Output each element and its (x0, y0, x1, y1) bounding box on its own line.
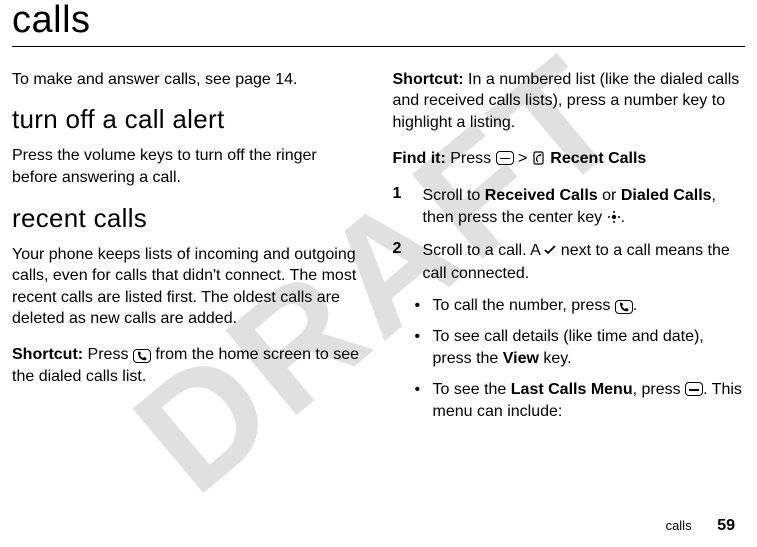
call-key-icon-2 (615, 300, 633, 314)
left-column: To make and answer calls, see page 14. t… (12, 69, 365, 433)
shortcut-numbered: Shortcut: In a numbered list (like the d… (393, 69, 746, 134)
bullet3-a: To see the (433, 381, 511, 398)
columns: To make and answer calls, see page 14. t… (12, 69, 745, 433)
footer-section: calls (666, 518, 692, 533)
bullet3-b: , press (633, 381, 685, 398)
bullet-list: To call the number, press . To see call … (415, 295, 746, 423)
find-it-label: Find it: (393, 150, 446, 167)
find-it-gt: > (514, 150, 532, 167)
check-icon (544, 241, 556, 263)
find-it-recent: Recent Calls (546, 150, 646, 167)
bullet2-b: key. (539, 350, 572, 367)
bullet-call-number: To call the number, press . (415, 295, 746, 317)
step-2-number: 2 (393, 240, 411, 284)
step1-a: Scroll to (423, 187, 485, 204)
menu-key-icon (496, 151, 514, 165)
view-key-label: View (503, 350, 539, 367)
turn-off-alert-body: Press the volume keys to turn off the ri… (12, 145, 365, 188)
dialed-calls-label: Dialed Calls (621, 187, 712, 204)
step1-or: or (598, 187, 621, 204)
menu-key-icon-2 (685, 382, 703, 396)
turn-off-alert-heading: turn off a call alert (12, 104, 365, 135)
intro-text: To make and answer calls, see page 14. (12, 69, 365, 91)
step2-a: Scroll to a call. A (423, 242, 545, 259)
page-title: calls (12, 0, 745, 42)
page-footer: calls 59 (666, 517, 735, 535)
shortcut-label-2: Shortcut: (393, 71, 464, 88)
call-key-icon (133, 349, 151, 363)
find-it-a: Press (446, 150, 496, 167)
shortcut-label: Shortcut: (12, 346, 83, 363)
step1-c: . (621, 209, 625, 226)
step-2: 2 Scroll to a call. A next to a call mea… (393, 240, 746, 284)
last-calls-menu-label: Last Calls Menu (511, 381, 633, 398)
shortcut-text-a: Press (83, 346, 133, 363)
step-1-number: 1 (393, 185, 411, 230)
right-column: Shortcut: In a numbered list (like the d… (393, 69, 746, 433)
step-1-text: Scroll to Received Calls or Dialed Calls… (423, 185, 746, 230)
bullet-last-calls-menu: To see the Last Calls Menu, press . This… (415, 379, 746, 422)
recent-calls-body: Your phone keeps lists of incoming and o… (12, 244, 365, 330)
bullet-view-details: To see call details (like time and date)… (415, 326, 746, 369)
title-rule (12, 46, 745, 47)
received-calls-label: Received Calls (485, 187, 598, 204)
footer-page-number: 59 (717, 517, 735, 534)
center-key-icon (607, 209, 621, 231)
bullet1-a: To call the number, press (433, 297, 615, 314)
step-1: 1 Scroll to Received Calls or Dialed Cal… (393, 185, 746, 230)
shortcut-dialed: Shortcut: Press from the home screen to … (12, 344, 365, 387)
step-2-text: Scroll to a call. A next to a call means… (423, 240, 746, 284)
page-container: calls To make and answer calls, see page… (0, 0, 757, 547)
find-it-line: Find it: Press > Recent Calls (393, 148, 746, 172)
recent-calls-icon (532, 150, 546, 172)
recent-calls-heading: recent calls (12, 203, 365, 234)
bullet1-b: . (633, 297, 637, 314)
